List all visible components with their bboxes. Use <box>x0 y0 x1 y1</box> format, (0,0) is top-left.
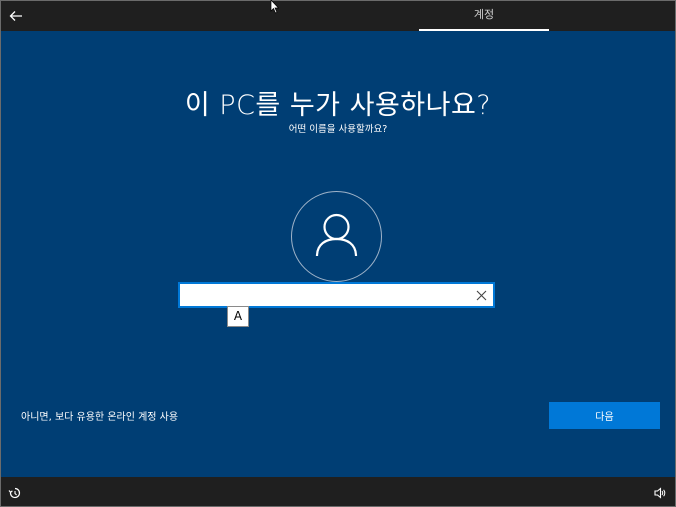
tab-account[interactable]: 계정 <box>419 1 549 31</box>
next-button[interactable]: 다음 <box>549 402 660 429</box>
bottom-bar <box>1 477 675 506</box>
top-bar: 계정 <box>1 1 675 31</box>
page-subtitle: 어떤 이름을 사용할까요? <box>288 124 388 135</box>
page-title: 이 PC를 누가 사용하나요? <box>184 90 492 121</box>
tab-account-label: 계정 <box>473 8 495 21</box>
back-arrow-icon <box>9 11 22 21</box>
avatar <box>291 191 382 282</box>
accessibility-icon[interactable] <box>8 486 22 500</box>
clear-icon <box>476 290 486 300</box>
volume-icon[interactable] <box>653 486 667 500</box>
user-icon <box>315 213 358 257</box>
user-name-input[interactable] <box>178 282 495 308</box>
back-button[interactable] <box>5 6 27 26</box>
online-account-link[interactable]: 아니면, 보다 유용한 온라인 계정 사용 <box>21 408 178 423</box>
clear-input-button[interactable] <box>472 286 490 304</box>
mouse-cursor-icon <box>270 0 280 14</box>
ime-indicator: A <box>227 306 249 327</box>
